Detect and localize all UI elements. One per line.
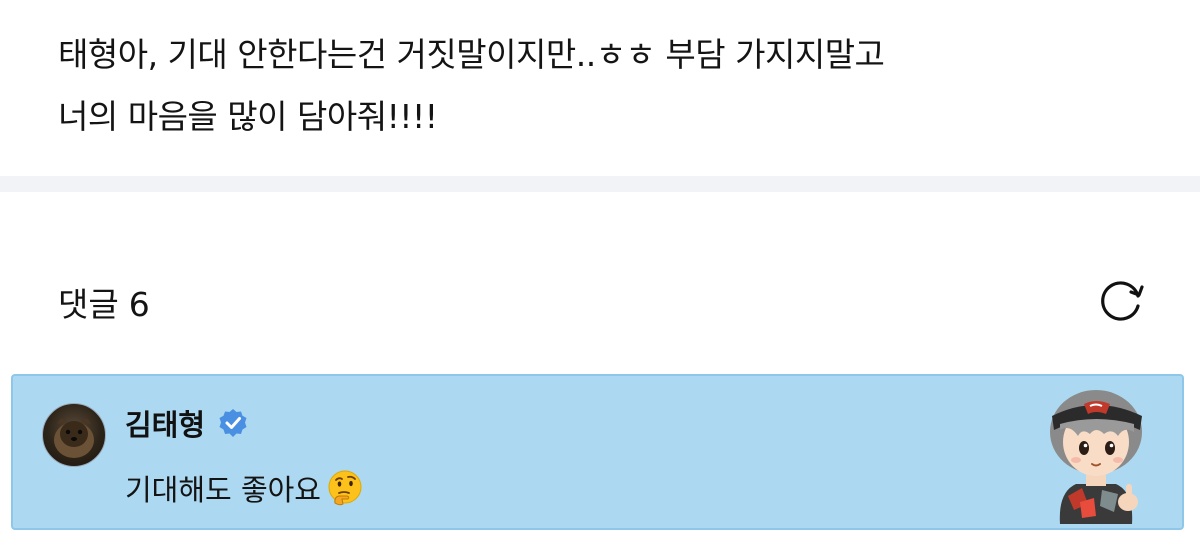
refresh-button[interactable]	[1094, 274, 1148, 328]
section-divider	[0, 176, 1200, 192]
comments-header: 댓글 6	[58, 270, 1148, 330]
avatar[interactable]	[42, 403, 106, 467]
comments-label: 댓글	[58, 285, 119, 324]
comments-count: 6	[128, 285, 150, 324]
comment-card[interactable]: 김태형 기대해도 좋아요	[11, 374, 1184, 530]
character-sticker-icon	[1030, 384, 1160, 529]
verified-badge-icon	[217, 407, 249, 439]
refresh-icon	[1101, 281, 1144, 321]
comments-count-label: 댓글 6	[58, 278, 160, 326]
post-text-line-2: 너의 마음을 많이 담아줘!!!!	[58, 97, 438, 136]
comment-text: 기대해도 좋아요	[125, 467, 365, 509]
comment-text-content: 기대해도 좋아요	[125, 473, 321, 507]
post-text-line-1: 태형아, 기대 안한다는건 거짓말이지만..ㅎㅎ 부담 가지지말고	[58, 35, 885, 74]
dog-avatar-icon	[54, 418, 94, 458]
comment-author-name[interactable]: 김태형	[125, 402, 205, 444]
thinking-face-emoji-icon	[325, 468, 365, 508]
post-body: 태형아, 기대 안한다는건 거짓말이지만..ㅎㅎ 부담 가지지말고 너의 마음을…	[58, 24, 1168, 148]
comment-author-row: 김태형	[125, 402, 249, 444]
